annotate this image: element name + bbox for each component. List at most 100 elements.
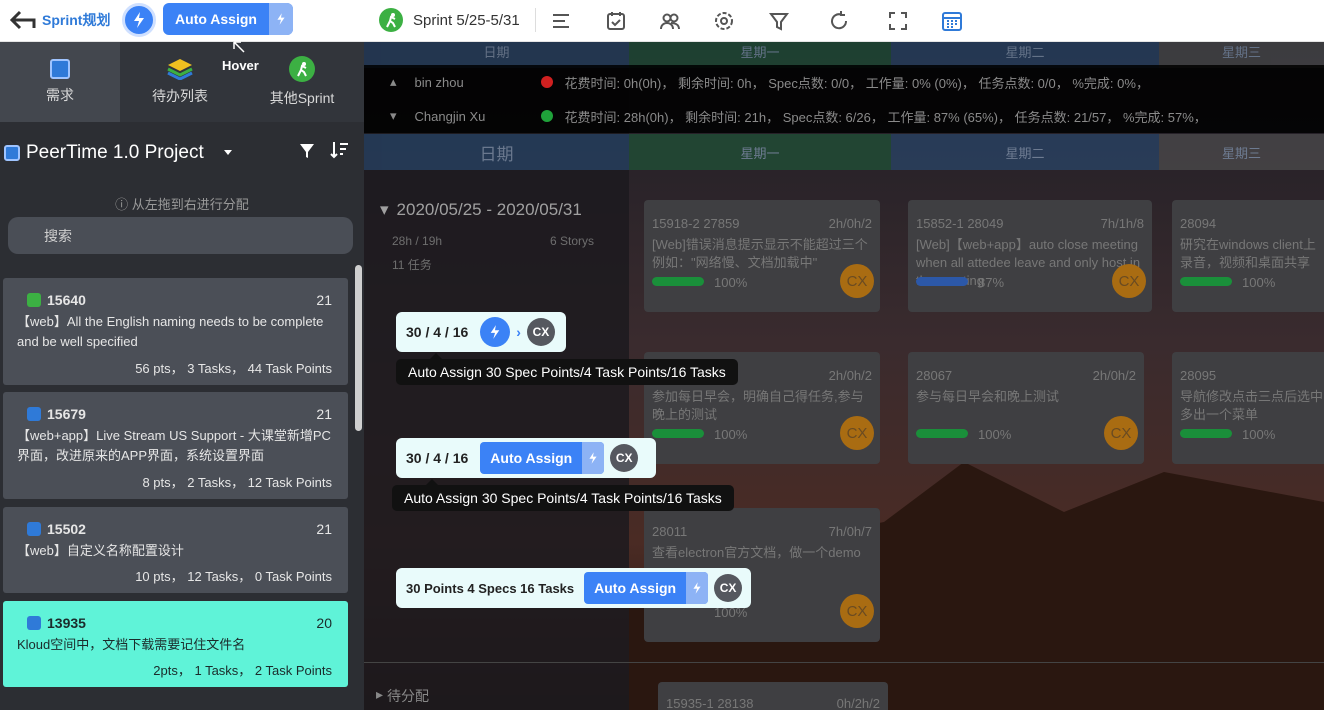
date-range-toggle[interactable]: ▾ 2020/05/25 - 2020/05/31 xyxy=(380,200,582,220)
top-toolbar: Sprint规划 Auto Assign Sprint 5/25-5/31 xyxy=(0,0,1324,42)
tab-backlog[interactable]: 待办列表 xyxy=(120,42,240,122)
task-card[interactable]: 15852-1 28049 7h/1h/8 [Web]【web+app】auto … xyxy=(908,200,1152,312)
requirement-card[interactable]: 15679 21 【web+app】Live Stream US Support… xyxy=(3,392,348,499)
cursor-arrow-icon xyxy=(233,41,245,53)
card-stats: 10 pts， 12 Tasks， 0 Task Points xyxy=(135,569,332,584)
card-id: 13935 xyxy=(27,615,86,631)
sort-icon[interactable] xyxy=(330,140,350,160)
auto-assign-label: Auto Assign xyxy=(175,11,257,27)
project-icon xyxy=(4,145,20,161)
task-percent: 100% xyxy=(1242,275,1276,290)
back-arrow-icon xyxy=(10,10,36,30)
requirement-card-selected[interactable]: 13935 20 Kloud空间中，文档下载需要记住文件名 2pts， 1 Ta… xyxy=(3,601,348,687)
stories: 6 Storys xyxy=(550,234,595,248)
progress-bar xyxy=(1180,429,1232,438)
star-icon xyxy=(27,293,41,307)
task-card[interactable]: 28095 导航修改点击三点后选中多出一个菜单 100% xyxy=(1172,352,1324,464)
fullscreen-icon[interactable] xyxy=(885,6,911,36)
status-dot-red xyxy=(540,76,553,88)
tab-other-sprint[interactable]: 其他Sprint xyxy=(242,42,362,122)
tab-label: 待办列表 xyxy=(152,88,208,104)
back-label: Sprint规划 xyxy=(42,12,111,28)
avatar[interactable]: CX xyxy=(840,416,874,450)
calendar-check-icon[interactable] xyxy=(603,6,629,36)
card-id-text: 15679 xyxy=(47,406,86,422)
caret-up-icon: ▴ xyxy=(390,74,397,89)
diamond-icon xyxy=(50,59,70,79)
sprint-selector[interactable]: Sprint 5/25-5/31 xyxy=(379,8,520,32)
back-button[interactable]: Sprint规划 xyxy=(10,6,110,34)
card-id: 15640 xyxy=(27,292,86,308)
bolt-icon xyxy=(582,442,605,474)
runner-icon xyxy=(289,56,315,82)
avatar[interactable]: CX xyxy=(714,574,743,602)
auto-assign-label: Auto Assign xyxy=(594,580,677,596)
avatar[interactable]: CX xyxy=(526,318,555,346)
task-title: 参加每日早会，明确自己得任务,参与晚上的测试 xyxy=(652,389,864,422)
card-description: 【web】自定义名称配置设计 xyxy=(17,543,184,558)
auto-assign-button[interactable]: Auto Assign xyxy=(584,572,709,604)
assign-widget-3: 30 Points 4 Specs 16 Tasks Auto Assign C… xyxy=(396,568,751,608)
task-percent: 100% xyxy=(1242,427,1276,442)
auto-assign-bolt-button[interactable] xyxy=(122,3,156,37)
task-time: 2h/0h/2 xyxy=(1092,368,1136,383)
task-ids: 28094 xyxy=(1180,216,1217,231)
users-icon[interactable] xyxy=(657,6,683,36)
card-description: Kloud空间中，文档下载需要记住文件名 xyxy=(17,637,246,652)
status-dot-green xyxy=(540,110,553,122)
task-title: 导航修改点击三点后选中多出一个菜单 xyxy=(1180,389,1324,422)
task-title: 查看electron官方文档，做一个demo xyxy=(652,545,861,560)
task-time: 7h/1h/8 xyxy=(1100,216,1144,231)
hdr-mon: 星期一 xyxy=(629,134,891,170)
card-description: 【web】All the English naming needs to be … xyxy=(17,314,324,349)
tab-requirements[interactable]: 需求 xyxy=(0,42,120,122)
task-ids: 28095 xyxy=(1180,368,1217,383)
diamond-icon xyxy=(27,407,41,421)
list-icon[interactable] xyxy=(548,6,574,36)
refresh-icon[interactable] xyxy=(826,6,852,36)
tooltip: Auto Assign 30 Spec Points/4 Task Points… xyxy=(396,353,738,385)
drag-hint-text: 从左拖到右进行分配 xyxy=(131,197,249,212)
avatar[interactable]: CX xyxy=(840,264,874,298)
user-name: Changjin Xu xyxy=(414,108,486,124)
filter-icon[interactable] xyxy=(766,6,792,36)
avatar[interactable]: CX xyxy=(1104,416,1138,450)
task-card[interactable]: 28094 研究在windows client上录音，视频和桌面共享 100% xyxy=(1172,200,1324,312)
hover-note: Hover xyxy=(222,58,259,73)
card-stats: 56 pts， 3 Tasks， 44 Task Points xyxy=(135,361,332,376)
sprint-label: Sprint 5/25-5/31 xyxy=(413,11,520,29)
auto-assign-button[interactable]: Auto Assign xyxy=(480,442,605,474)
task-card[interactable]: 15918-2 27859 2h/0h/2 [Web]错误消息提示显示不能超过三个… xyxy=(644,200,880,312)
task-card[interactable]: 15935-1 28138 0h/2h/2 xyxy=(658,682,888,710)
progress-bar xyxy=(916,429,968,438)
unassigned-toggle[interactable]: ▸ 待分配 xyxy=(376,686,429,706)
calendar-grid-icon[interactable] xyxy=(939,6,965,36)
tooltip: Auto Assign 30 Spec Points/4 Task Points… xyxy=(392,479,734,511)
week-header: 日期 星期一 星期二 星期三 xyxy=(364,134,1324,170)
requirement-card[interactable]: 15640 21 【web】All the English naming nee… xyxy=(3,278,348,385)
hdr-date: 日期 xyxy=(364,134,629,170)
avatar[interactable]: CX xyxy=(1112,264,1146,298)
scrollbar[interactable] xyxy=(355,265,362,431)
widget-value: 30 Points 4 Specs 16 Tasks xyxy=(406,580,575,596)
progress-bar xyxy=(916,277,968,286)
task-percent: 100% xyxy=(714,275,748,290)
search-input[interactable]: 搜索 xyxy=(8,217,353,254)
requirement-card[interactable]: 15502 21 【web】自定义名称配置设计 10 pts， 12 Tasks… xyxy=(3,507,348,593)
gear-icon[interactable] xyxy=(711,6,737,36)
task-percent: 100% xyxy=(978,427,1012,442)
task-time: 2h/0h/2 xyxy=(828,216,872,231)
filter-icon[interactable] xyxy=(298,142,316,160)
auto-assign-button[interactable]: Auto Assign xyxy=(163,3,293,35)
task-card[interactable]: 28067 2h/0h/2 参与每日早会和晚上测试 100% CX xyxy=(908,352,1144,464)
left-tabs: 需求 待办列表 其他Sprint xyxy=(0,42,364,122)
avatar[interactable]: CX xyxy=(610,444,639,472)
caret-right-icon: ▸ xyxy=(376,686,384,702)
bolt-button[interactable] xyxy=(480,317,511,347)
project-selector[interactable]: PeerTime 1.0 Project xyxy=(4,142,234,164)
avatar[interactable]: CX xyxy=(840,594,874,628)
user-row[interactable]: ▾ Changjin Xu 花费时间: 28h(0h)， 剩余时间: 21h， … xyxy=(364,99,1324,133)
user-row[interactable]: ▴ bin zhou 花费时间: 0h(0h)， 剩余时间: 0h， Spec点… xyxy=(364,65,1324,99)
progress-bar xyxy=(1180,277,1232,286)
progress-bar xyxy=(652,429,704,438)
